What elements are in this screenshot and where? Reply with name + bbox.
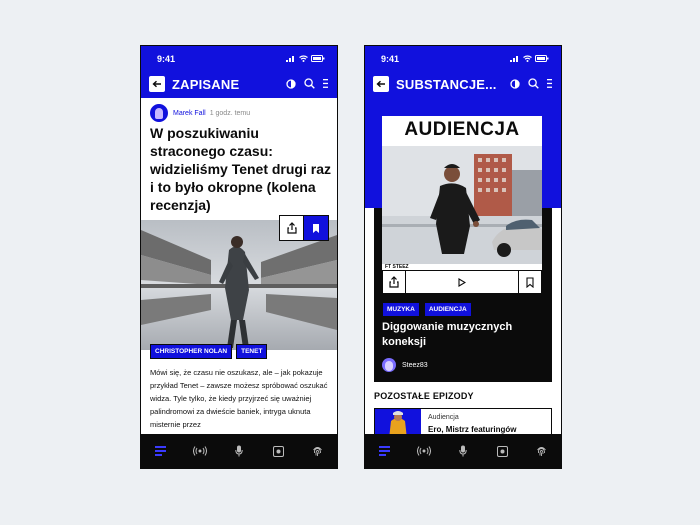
share-button[interactable]	[383, 271, 405, 293]
episode-tags: MUZYKA AUDIENCJA	[382, 302, 472, 317]
status-bar: 9:41	[365, 46, 561, 72]
play-button[interactable]	[405, 271, 519, 293]
bookmark-icon	[313, 223, 319, 233]
article-tags: CHRISTOPHER NOLAN TENET	[150, 344, 268, 359]
episode-title[interactable]: Diggowanie muzycznych koneksji	[382, 320, 542, 350]
battery-icon	[535, 55, 549, 62]
back-arrow-icon	[152, 80, 161, 88]
episode-category: Audiencja	[428, 414, 459, 421]
menu-icon[interactable]	[547, 79, 552, 88]
avatar[interactable]	[150, 104, 168, 122]
album-title: AUDIENCJA	[404, 119, 520, 140]
back-arrow-icon	[376, 80, 385, 88]
status-bar: 9:41	[141, 46, 337, 72]
article-body: Mówi się, że czasu nie oszukasz, ale – j…	[150, 368, 328, 429]
page-title: SUBSTANCJE...	[396, 77, 497, 92]
avatar[interactable]	[382, 358, 396, 372]
search-icon[interactable]	[528, 78, 539, 89]
bookmark-icon	[526, 276, 534, 288]
tag-muzyka[interactable]: MUZYKA	[382, 302, 420, 317]
fingerprint-icon	[312, 447, 322, 456]
back-button[interactable]	[149, 76, 165, 92]
nav-item-profile[interactable]	[307, 441, 327, 461]
microphone-icon	[459, 445, 467, 457]
radio-icon	[416, 446, 431, 456]
menu-icon[interactable]	[323, 79, 328, 88]
bookmark-button[interactable]	[519, 271, 541, 293]
nav-item-radio[interactable]	[190, 441, 210, 461]
wifi-icon	[299, 55, 308, 62]
page-title: ZAPISANE	[172, 77, 240, 92]
share-icon	[286, 222, 297, 234]
radio-icon	[192, 446, 207, 456]
tag-audiencja[interactable]: AUDIENCJA	[423, 302, 472, 317]
status-time: 9:41	[157, 54, 176, 64]
nav-item-media[interactable]	[492, 441, 512, 461]
theme-toggle-icon[interactable]	[286, 78, 296, 89]
podcast-screen: 9:41 SUBSTANCJE... AUDIENCJA FT STEEZ MU…	[364, 45, 562, 469]
section-heading: POZOSTAŁE EPIZODY	[374, 391, 474, 401]
bookmark-button[interactable]	[304, 216, 328, 240]
feed-icon	[155, 446, 167, 456]
nav-item-profile[interactable]	[531, 441, 551, 461]
bottom-nav	[365, 434, 561, 468]
media-icon	[496, 445, 508, 457]
status-icons	[510, 55, 549, 62]
media-icon	[272, 445, 284, 457]
article-headline[interactable]: W poszukiwaniu straconego czasu: widziel…	[150, 124, 332, 214]
player-controls	[382, 270, 542, 294]
app-bar: SUBSTANCJE...	[365, 72, 561, 98]
status-time: 9:41	[381, 54, 400, 64]
article-actions	[279, 215, 329, 241]
tag-tenet[interactable]: TENET	[236, 344, 268, 359]
battery-icon	[311, 55, 325, 62]
fingerprint-icon	[536, 447, 546, 456]
author-name[interactable]: Marek Fall	[173, 110, 206, 117]
nav-item-radio[interactable]	[414, 441, 434, 461]
microphone-icon	[235, 445, 243, 457]
share-button[interactable]	[280, 216, 304, 240]
album-photo	[382, 146, 542, 264]
episode-list-title: Ero, Mistrz featuringów	[428, 425, 517, 434]
nav-item-podcasts[interactable]	[453, 441, 473, 461]
play-icon	[458, 277, 466, 287]
nav-item-podcasts[interactable]	[229, 441, 249, 461]
saved-screen: 9:41 ZAPISANE Marek Fall 1 godz. temu W …	[140, 45, 338, 469]
appbar-actions	[286, 78, 328, 89]
nav-item-media[interactable]	[268, 441, 288, 461]
wifi-icon	[523, 55, 532, 62]
nav-item-feed[interactable]	[375, 441, 395, 461]
episode-author-row: Steez83	[382, 358, 428, 372]
search-icon[interactable]	[304, 78, 315, 89]
back-button[interactable]	[373, 76, 389, 92]
appbar-actions	[510, 78, 552, 89]
album-cover[interactable]: AUDIENCJA FT STEEZ	[382, 116, 542, 270]
bottom-nav	[141, 434, 337, 468]
author-name[interactable]: Steez83	[402, 362, 428, 369]
tag-christopher-nolan[interactable]: CHRISTOPHER NOLAN	[150, 344, 233, 359]
feed-icon	[379, 446, 391, 456]
status-icons	[286, 55, 325, 62]
share-icon	[389, 276, 399, 288]
theme-toggle-icon[interactable]	[510, 78, 520, 89]
article-author-row: Marek Fall 1 godz. temu	[150, 104, 250, 122]
nav-item-feed[interactable]	[151, 441, 171, 461]
app-bar: ZAPISANE	[141, 72, 337, 98]
artist-photo-illustration	[382, 146, 542, 264]
signal-icon	[286, 56, 294, 62]
post-time: 1 godz. temu	[209, 109, 251, 117]
signal-icon	[510, 56, 518, 62]
